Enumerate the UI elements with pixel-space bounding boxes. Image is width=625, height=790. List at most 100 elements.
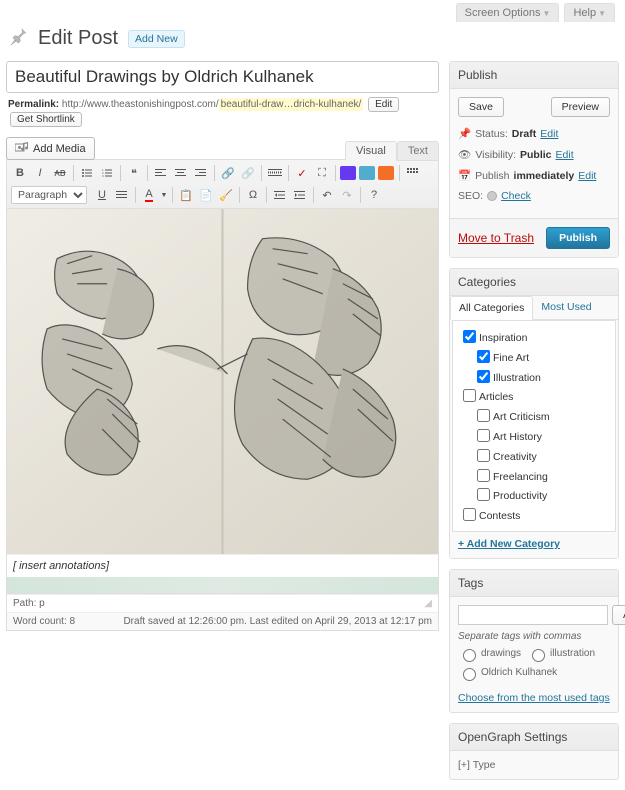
- numbered-list-icon[interactable]: 123: [98, 164, 116, 182]
- category-item[interactable]: Creativity: [459, 446, 609, 466]
- edit-schedule-link[interactable]: Edit: [578, 170, 596, 182]
- pin-status-icon: 📌: [458, 127, 471, 140]
- help-tab[interactable]: Help▼: [564, 3, 615, 22]
- unlink-icon[interactable]: 🔗: [239, 164, 257, 182]
- category-item[interactable]: Freelancing: [459, 466, 609, 486]
- add-new-button[interactable]: Add New: [128, 30, 185, 48]
- italic-icon[interactable]: I: [31, 164, 49, 182]
- tags-heading[interactable]: Tags: [450, 570, 618, 597]
- remove-format-icon[interactable]: 🧹: [217, 186, 235, 204]
- category-checkbox[interactable]: [477, 469, 490, 482]
- publish-panel: Publish Save Preview 📌 Status: Draft Edi…: [449, 61, 619, 258]
- more-tag-icon[interactable]: [266, 164, 284, 182]
- preview-button[interactable]: Preview: [551, 97, 610, 117]
- category-item[interactable]: Art Criticism: [459, 406, 609, 426]
- color-dropdown-icon[interactable]: ▼: [160, 186, 168, 204]
- category-checkbox[interactable]: [463, 330, 476, 343]
- post-image[interactable]: [7, 209, 438, 554]
- publish-button[interactable]: Publish: [546, 227, 610, 249]
- most-used-tab[interactable]: Most Used: [533, 296, 599, 319]
- category-item[interactable]: Fine Art: [459, 347, 609, 367]
- tag-radio[interactable]: [463, 668, 476, 681]
- schedule-value: immediately: [514, 170, 575, 182]
- last-edit-info: Draft saved at 12:26:00 pm. Last edited …: [123, 616, 432, 627]
- strike-icon[interactable]: ᴀʙ: [51, 164, 69, 182]
- redo-icon[interactable]: ↷: [338, 186, 356, 204]
- annotation-placeholder[interactable]: [ insert annotations]: [7, 554, 438, 577]
- format-select[interactable]: Paragraph: [11, 186, 87, 204]
- edit-slug-button[interactable]: Edit: [368, 97, 399, 112]
- screen-options-tab[interactable]: Screen Options▼: [456, 3, 560, 22]
- save-draft-button[interactable]: Save: [458, 97, 504, 117]
- post-title-input[interactable]: [6, 61, 439, 93]
- camera-music-icon: [15, 141, 29, 156]
- opengraph-heading[interactable]: OpenGraph Settings: [450, 724, 618, 751]
- paste-text-icon[interactable]: 📋: [177, 186, 195, 204]
- text-tab[interactable]: Text: [397, 141, 439, 161]
- plugin-icon-2[interactable]: [359, 166, 375, 180]
- category-checkbox[interactable]: [463, 389, 476, 402]
- add-media-button[interactable]: Add Media: [6, 137, 95, 160]
- plugin-icon-3[interactable]: [378, 166, 394, 180]
- choose-tags-link[interactable]: Choose from the most used tags: [458, 692, 610, 704]
- kitchensink-icon[interactable]: [404, 164, 422, 182]
- visibility-value: Public: [520, 149, 552, 161]
- bullet-list-icon[interactable]: [78, 164, 96, 182]
- undo-icon[interactable]: ↶: [318, 186, 336, 204]
- path-label: Path:: [13, 598, 36, 609]
- align-left-icon[interactable]: [152, 164, 170, 182]
- tag-suggestion[interactable]: Oldrich Kulhanek: [458, 665, 557, 681]
- category-item[interactable]: Articles: [459, 386, 609, 406]
- tag-radio[interactable]: [463, 649, 476, 662]
- align-center-icon[interactable]: [172, 164, 190, 182]
- plugin-icon-1[interactable]: [340, 166, 356, 180]
- permalink-label: Permalink:: [8, 99, 59, 110]
- category-checkbox[interactable]: [477, 350, 490, 363]
- category-checkbox[interactable]: [477, 370, 490, 383]
- tag-suggestion[interactable]: illustration: [527, 646, 595, 662]
- add-tag-button[interactable]: Add: [612, 605, 625, 625]
- edit-visibility-link[interactable]: Edit: [556, 149, 574, 161]
- tag-suggestion[interactable]: drawings: [458, 646, 521, 662]
- visual-tab[interactable]: Visual: [345, 141, 397, 161]
- editor-content-area[interactable]: [ insert annotations]: [6, 209, 439, 594]
- paste-word-icon[interactable]: 📄: [197, 186, 215, 204]
- category-checkbox[interactable]: [477, 488, 490, 501]
- help-icon[interactable]: ?: [365, 186, 383, 204]
- resize-handle-icon[interactable]: ◢: [424, 598, 432, 609]
- category-checkbox[interactable]: [477, 449, 490, 462]
- blockquote-icon[interactable]: ❝: [125, 164, 143, 182]
- underline-icon[interactable]: U: [93, 186, 111, 204]
- fullscreen-icon[interactable]: ⛶: [313, 164, 331, 182]
- category-checkbox[interactable]: [477, 429, 490, 442]
- seo-check-link[interactable]: Check: [501, 190, 531, 202]
- link-icon[interactable]: 🔗: [219, 164, 237, 182]
- category-item[interactable]: Art History: [459, 426, 609, 446]
- outdent-icon[interactable]: [271, 186, 289, 204]
- special-char-icon[interactable]: Ω: [244, 186, 262, 204]
- get-shortlink-button[interactable]: Get Shortlink: [10, 112, 82, 127]
- edit-status-link[interactable]: Edit: [540, 128, 558, 140]
- category-item[interactable]: Contests: [459, 505, 609, 525]
- category-item[interactable]: Productivity: [459, 485, 609, 505]
- permalink-slug[interactable]: beautiful-draw…drich-kulhanek/: [219, 98, 364, 111]
- tag-input[interactable]: [458, 605, 608, 625]
- category-checkbox[interactable]: [463, 508, 476, 521]
- bold-icon[interactable]: B: [11, 164, 29, 182]
- add-new-category-link[interactable]: + Add New Category: [458, 538, 560, 550]
- justify-icon[interactable]: [113, 186, 131, 204]
- category-checklist: InspirationFine ArtIllustrationArticlesA…: [452, 320, 616, 532]
- category-item[interactable]: Illustration: [459, 367, 609, 387]
- text-color-icon[interactable]: A: [140, 186, 158, 204]
- tag-radio[interactable]: [532, 649, 545, 662]
- og-type-toggle[interactable]: [+] Type: [458, 759, 495, 771]
- publish-heading[interactable]: Publish: [450, 62, 618, 89]
- align-right-icon[interactable]: [192, 164, 210, 182]
- move-to-trash-link[interactable]: Move to Trash: [458, 231, 534, 245]
- indent-icon[interactable]: [291, 186, 309, 204]
- categories-heading[interactable]: Categories: [450, 269, 618, 296]
- category-item[interactable]: Inspiration: [459, 327, 609, 347]
- spellcheck-icon[interactable]: ✓: [293, 164, 311, 182]
- category-checkbox[interactable]: [477, 409, 490, 422]
- all-categories-tab[interactable]: All Categories: [450, 296, 533, 320]
